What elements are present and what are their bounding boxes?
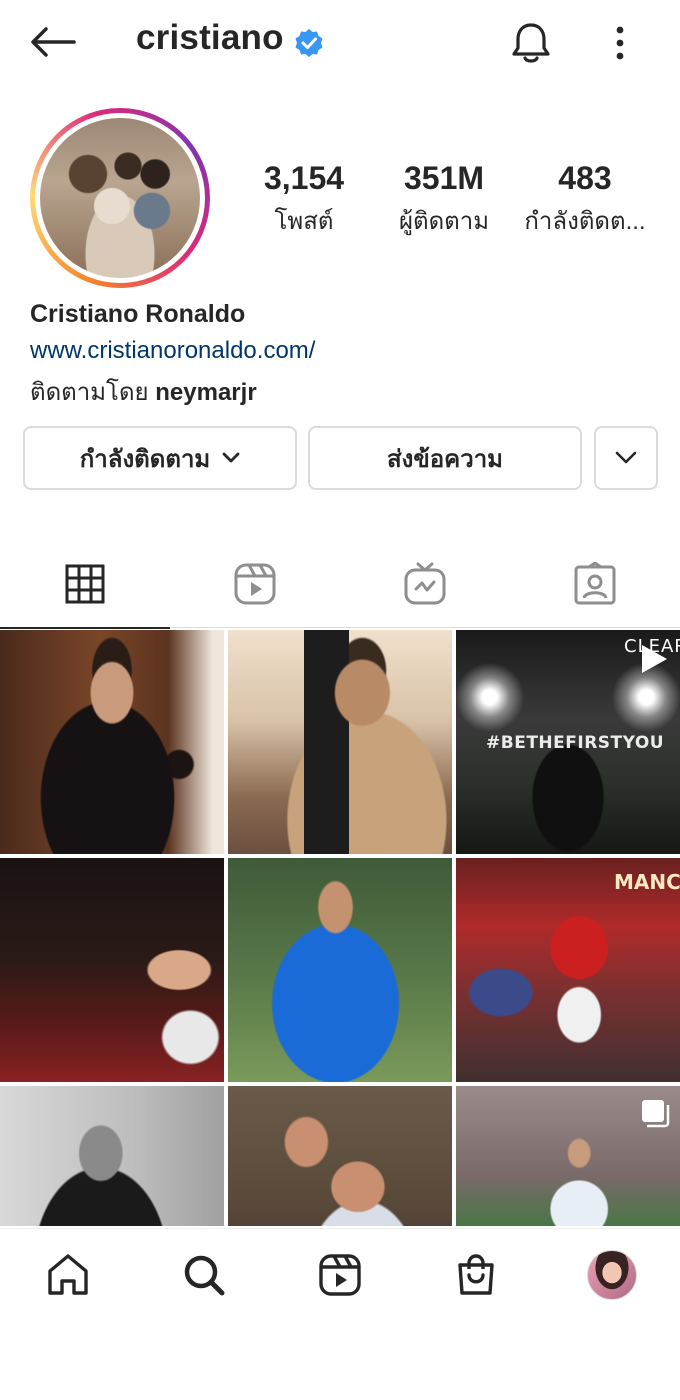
followers-count-value: 351M [403, 160, 485, 196]
verified-badge-icon [295, 29, 323, 57]
nav-reels[interactable] [310, 1245, 370, 1305]
tagged-user-icon [574, 562, 616, 605]
following-button[interactable]: กำลังติดตาม [23, 426, 297, 490]
post-thumbnail[interactable] [0, 858, 224, 1082]
avatar-border [35, 113, 205, 283]
reel-play-icon [642, 645, 667, 673]
post-thumbnail[interactable] [456, 1086, 680, 1226]
tab-posts-grid[interactable] [0, 540, 170, 629]
posts-count[interactable]: 3,154 โพสต์ [246, 160, 362, 240]
chevron-down-icon [222, 452, 240, 463]
posts-grid: CLEAR #BETHEFIRSTYOU MANCH [0, 630, 680, 1226]
reels-icon [319, 1254, 361, 1296]
posts-count-value: 3,154 [263, 160, 345, 196]
following-count-value: 483 [558, 160, 612, 196]
back-arrow-icon [31, 27, 76, 57]
profile-website-link[interactable]: www.cristianoronaldo.com/ [30, 337, 315, 365]
nav-search[interactable] [174, 1245, 234, 1305]
message-button-label: ส่งข้อความ [386, 445, 503, 473]
nav-shop[interactable] [446, 1245, 506, 1305]
post-thumbnail[interactable] [228, 1086, 452, 1226]
shop-icon [458, 1254, 494, 1295]
followed-by-prefix: ติดตามโดย [30, 379, 149, 406]
post-thumbnail[interactable] [228, 858, 452, 1082]
tab-reels[interactable] [170, 540, 340, 628]
bell-icon [512, 23, 550, 63]
post-hashtag-text: #BETHEFIRSTYOU [486, 733, 665, 753]
grid-icon [65, 564, 105, 604]
post-thumbnail[interactable] [228, 630, 452, 854]
search-icon [184, 1255, 225, 1296]
post-thumbnail[interactable]: MANCH [456, 858, 680, 1082]
reels-icon [234, 563, 276, 605]
following-count[interactable]: 483 กำลังติดต... [518, 160, 652, 240]
notifications-button[interactable] [504, 16, 558, 70]
post-thumbnail[interactable] [0, 630, 224, 854]
posts-count-label: โพสต์ [274, 208, 334, 235]
followers-count-label: ผู้ติดตาม [398, 208, 490, 235]
suggested-accounts-button[interactable] [594, 426, 658, 490]
following-button-label: กำลังติดตาม [79, 445, 211, 473]
profile-avatar [40, 118, 200, 278]
profile-avatar-story-ring[interactable] [30, 108, 210, 288]
home-icon [48, 1254, 88, 1295]
followed-by-user-link[interactable]: neymarjr [155, 379, 256, 406]
tab-tagged[interactable] [510, 540, 680, 628]
profile-tabs [0, 540, 680, 629]
post-thumbnail[interactable] [0, 1086, 224, 1226]
chevron-down-icon [615, 451, 637, 464]
tab-igtv[interactable] [340, 540, 510, 628]
nav-home[interactable] [38, 1245, 98, 1305]
followers-count[interactable]: 351M ผู้ติดตาม [384, 160, 504, 240]
back-button[interactable] [26, 20, 80, 64]
message-button[interactable]: ส่งข้อความ [308, 426, 582, 490]
post-brand-text: MANCH [614, 870, 680, 894]
carousel-icon [642, 1100, 670, 1128]
more-vertical-icon [616, 26, 624, 60]
profile-username: cristiano [136, 18, 284, 57]
igtv-icon [404, 562, 446, 605]
more-options-button[interactable] [598, 16, 642, 70]
profile-avatar [587, 1250, 637, 1300]
followed-by-text: ติดตามโดย neymarjr [30, 372, 257, 411]
nav-profile[interactable] [582, 1245, 642, 1305]
profile-header: cristiano [0, 0, 680, 86]
bottom-navigation [0, 1228, 680, 1318]
post-thumbnail[interactable]: CLEAR #BETHEFIRSTYOU [456, 630, 680, 854]
following-count-label: กำลังติดต... [524, 208, 646, 235]
profile-full-name: Cristiano Ronaldo [30, 300, 246, 328]
